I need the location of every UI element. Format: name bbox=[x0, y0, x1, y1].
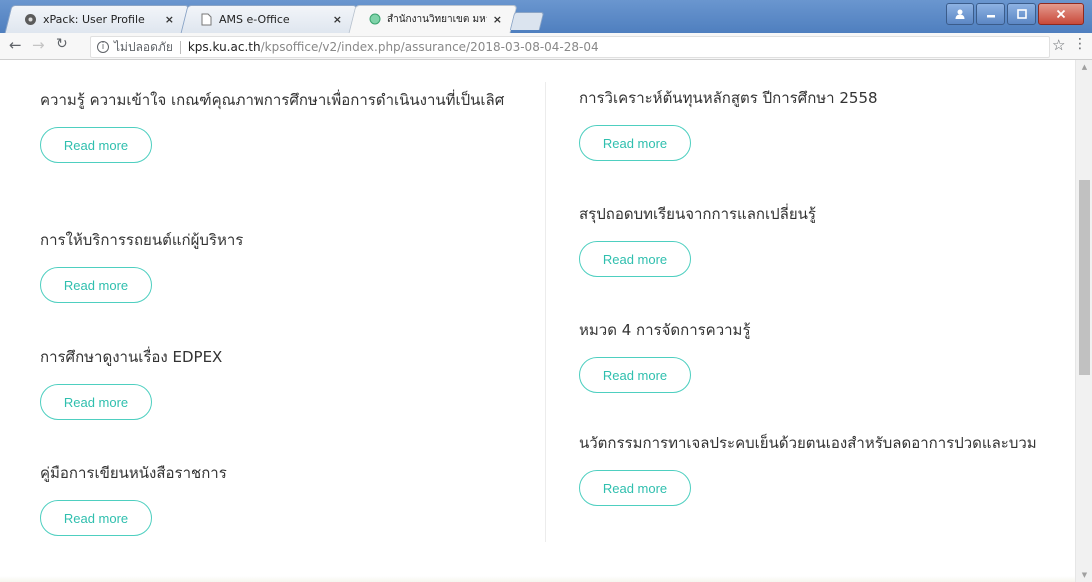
bookmark-star-icon[interactable]: ☆ bbox=[1052, 36, 1065, 54]
forward-arrow-icon[interactable]: → bbox=[32, 36, 45, 54]
tab-close-icon[interactable]: × bbox=[165, 13, 174, 26]
article-item: ความรู้ ความเข้าใจ เกณฑ์คุณภาพการศึกษาเพ… bbox=[40, 86, 510, 163]
article-item: นวัตกรรมการทาเจลประคบเย็นด้วยตนเองสำหรับ… bbox=[579, 429, 1049, 506]
read-more-button[interactable]: Read more bbox=[579, 241, 691, 277]
article-item: หมวด 4 การจัดการความรู้ Read more bbox=[579, 316, 751, 393]
read-more-button[interactable]: Read more bbox=[40, 500, 152, 536]
page-favicon-icon bbox=[200, 13, 213, 26]
scrollbar-thumb[interactable] bbox=[1079, 180, 1090, 375]
article-title[interactable]: การให้บริการรถยนต์แก่ผู้บริหาร bbox=[40, 226, 243, 254]
minimize-icon[interactable] bbox=[976, 3, 1005, 25]
tab-close-icon[interactable]: × bbox=[333, 13, 342, 26]
page-scrollbar[interactable]: ▲ ▼ bbox=[1075, 60, 1092, 582]
tab-xpack-user-profile[interactable]: xPack: User Profile × bbox=[4, 5, 190, 33]
url-path: /kpsoffice/v2/index.php/assurance/2018-0… bbox=[260, 40, 599, 54]
article-item: สรุปถอดบทเรียนจากการแลกเปลี่ยนรู้ Read m… bbox=[579, 200, 816, 277]
url-host: kps.ku.ac.th bbox=[187, 40, 261, 54]
address-separator bbox=[179, 40, 181, 54]
column-divider bbox=[545, 82, 546, 542]
browser-toolbar: ← → ↻ i ไม่ปลอดภัย kps.ku.ac.th /kpsoffi… bbox=[0, 33, 1092, 60]
article-title[interactable]: หมวด 4 การจัดการความรู้ bbox=[579, 316, 751, 344]
address-bar[interactable]: i ไม่ปลอดภัย kps.ku.ac.th /kpsoffice/v2/… bbox=[90, 36, 1050, 58]
menu-kebab-icon[interactable]: ⋮ bbox=[1073, 36, 1087, 52]
tab-title: AMS e-Office bbox=[219, 12, 290, 26]
article-title[interactable]: การวิเคราะห์ต้นทุนหลักสูตร ปีการศึกษา 25… bbox=[579, 84, 878, 112]
security-status[interactable]: ไม่ปลอดภัย bbox=[114, 38, 173, 57]
tab-title: สำนักงานวิทยาเขต มหาวิทยา bbox=[387, 13, 487, 25]
article-title[interactable]: การศึกษาดูงานเรื่อง EDPEX bbox=[40, 343, 222, 371]
new-tab-button[interactable] bbox=[509, 12, 545, 30]
read-more-button[interactable]: Read more bbox=[40, 127, 152, 163]
read-more-button[interactable]: Read more bbox=[579, 470, 691, 506]
read-more-button[interactable]: Read more bbox=[40, 267, 152, 303]
article-item: การให้บริการรถยนต์แก่ผู้บริหาร Read more bbox=[40, 226, 243, 303]
reload-icon[interactable]: ↻ bbox=[56, 36, 68, 52]
window-controls bbox=[946, 3, 1084, 25]
article-title[interactable]: นวัตกรรมการทาเจลประคบเย็นด้วยตนเองสำหรับ… bbox=[579, 429, 1049, 457]
close-window-icon[interactable] bbox=[1038, 3, 1084, 25]
page-content: ความรู้ ความเข้าใจ เกณฑ์คุณภาพการศึกษาเพ… bbox=[0, 60, 1075, 582]
browser-tab-strip: xPack: User Profile × AMS e-Office × สำน… bbox=[0, 0, 1092, 33]
profile-icon[interactable] bbox=[946, 3, 974, 25]
article-title[interactable]: สรุปถอดบทเรียนจากการแลกเปลี่ยนรู้ bbox=[579, 200, 816, 228]
article-item: การวิเคราะห์ต้นทุนหลักสูตร ปีการศึกษา 25… bbox=[579, 84, 878, 161]
tab-close-icon[interactable]: × bbox=[493, 13, 502, 26]
gear-favicon-icon bbox=[24, 13, 37, 26]
maximize-icon[interactable] bbox=[1007, 3, 1036, 25]
article-item: คู่มือการเขียนหนังสือราชการ Read more bbox=[40, 459, 227, 536]
tab-ams-e-office[interactable]: AMS e-Office × bbox=[180, 5, 358, 33]
scroll-up-icon[interactable]: ▲ bbox=[1076, 60, 1092, 74]
read-more-button[interactable]: Read more bbox=[579, 125, 691, 161]
article-title[interactable]: ความรู้ ความเข้าใจ เกณฑ์คุณภาพการศึกษาเพ… bbox=[40, 86, 510, 114]
back-arrow-icon[interactable]: ← bbox=[9, 36, 22, 54]
article-item: การศึกษาดูงานเรื่อง EDPEX Read more bbox=[40, 343, 222, 420]
info-icon[interactable]: i bbox=[97, 41, 109, 53]
footer-edge bbox=[0, 576, 1075, 582]
article-title[interactable]: คู่มือการเขียนหนังสือราชการ bbox=[40, 459, 227, 487]
read-more-button[interactable]: Read more bbox=[40, 384, 152, 420]
tab-kps-office-active[interactable]: สำนักงานวิทยาเขต มหาวิทยา × bbox=[348, 5, 518, 33]
read-more-button[interactable]: Read more bbox=[579, 357, 691, 393]
globe-favicon-icon bbox=[368, 13, 381, 26]
tab-title: xPack: User Profile bbox=[43, 12, 145, 26]
scroll-down-icon[interactable]: ▼ bbox=[1076, 568, 1092, 582]
